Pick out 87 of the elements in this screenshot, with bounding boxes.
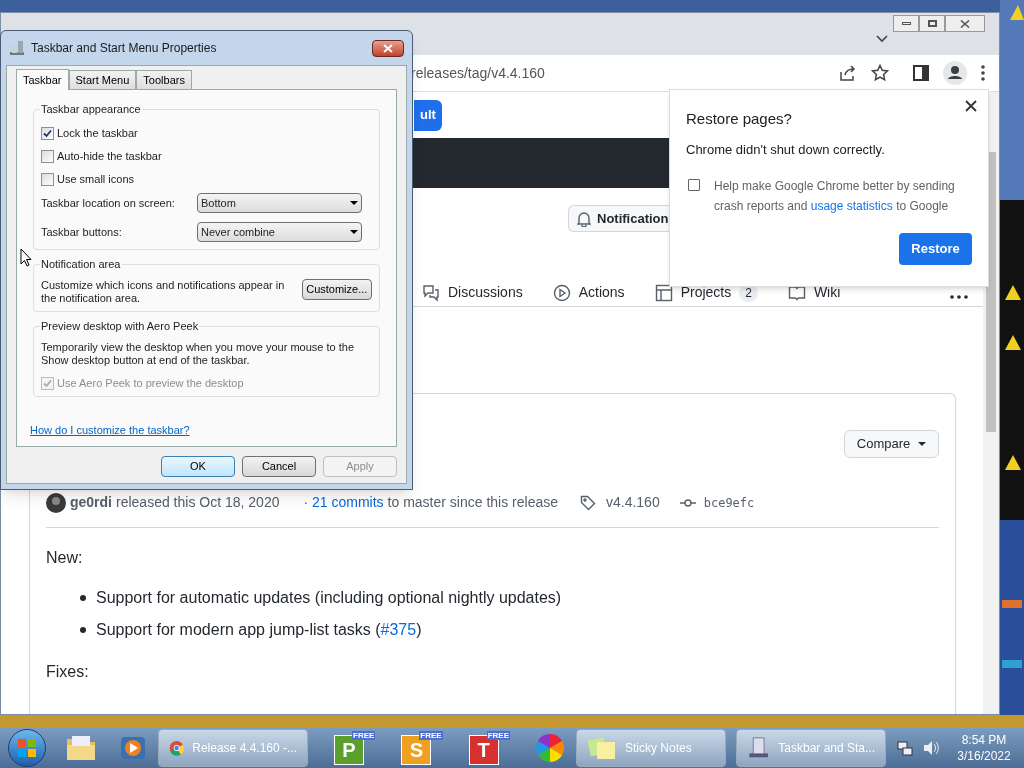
close-icon xyxy=(383,43,393,53)
checkbox[interactable] xyxy=(41,149,54,163)
address-text[interactable]: releases/tag/v4.4.160 xyxy=(411,62,839,84)
avatar xyxy=(46,492,66,513)
group-title: Preview desktop with Aero Peek xyxy=(40,319,200,333)
more-icon[interactable] xyxy=(950,295,969,299)
dialog-button[interactable]: Cancel xyxy=(242,456,316,477)
dropdown[interactable]: Bottom xyxy=(197,193,362,213)
section-heading: New: xyxy=(46,548,84,568)
checkbox[interactable] xyxy=(41,126,54,140)
free-badge: FREE xyxy=(419,731,443,740)
checkbox[interactable] xyxy=(41,172,54,186)
window-title: Taskbar and Start Menu Properties xyxy=(31,40,218,57)
list-item-text: Support for modern app jump-list tasks (#375) xyxy=(96,620,422,640)
bullet-icon xyxy=(80,595,86,601)
close-icon[interactable] xyxy=(965,100,977,112)
commits-link[interactable]: · 21 commits xyxy=(303,492,384,513)
clock-date[interactable]: 3/16/2022 xyxy=(957,748,1011,764)
section-heading: Fixes: xyxy=(46,662,90,682)
partial-button[interactable]: ult xyxy=(414,99,442,131)
commits-text: to master since this release xyxy=(387,493,558,512)
caret-icon xyxy=(350,230,358,234)
free-badge: FREE xyxy=(486,731,511,740)
customize-button[interactable]: Customize... xyxy=(301,279,372,300)
play-circle-icon xyxy=(552,283,571,302)
speech-bubbles-icon xyxy=(422,283,440,302)
share-icon[interactable] xyxy=(839,64,857,82)
checkbox-label: Use Aero Peek to preview the desktop xyxy=(57,376,244,391)
release-date: released this Oct 18, 2020 xyxy=(116,493,280,512)
network-icon[interactable] xyxy=(896,739,914,757)
close-button[interactable] xyxy=(372,39,404,57)
commit-link[interactable]: bce9efc xyxy=(703,493,755,512)
tab[interactable]: Taskbar xyxy=(16,69,69,90)
table-icon xyxy=(654,283,673,302)
group-title: Taskbar appearance xyxy=(40,102,142,116)
caret-icon xyxy=(918,442,927,446)
notification-button[interactable]: Notification xyxy=(568,205,670,232)
nav-tab[interactable]: Wiki xyxy=(787,282,841,303)
field-label: Taskbar buttons: xyxy=(41,224,123,240)
field-label: Taskbar location on screen: xyxy=(41,195,176,211)
checkbox[interactable] xyxy=(688,179,700,191)
author-name[interactable]: ge0rdi xyxy=(70,492,112,513)
star-icon[interactable] xyxy=(871,64,889,82)
bell-icon xyxy=(577,210,591,227)
description-text: Temporarily view the desktop when you move your mouse to the Show desktop button at end of the taskbar. xyxy=(41,341,356,367)
volume-icon[interactable] xyxy=(922,739,940,757)
clock-time[interactable]: 8:54 PM xyxy=(961,732,1007,748)
popup-title: Restore pages? xyxy=(686,109,793,129)
notes-icon xyxy=(587,735,618,761)
profile-icon[interactable] xyxy=(943,61,967,85)
tag-icon xyxy=(580,494,596,511)
windows-logo-icon xyxy=(17,738,37,758)
nav-tab[interactable]: Discussions xyxy=(422,282,523,303)
minimize-button[interactable] xyxy=(893,15,919,32)
dropdown[interactable]: Never combine xyxy=(197,222,362,242)
usage-statistics-link[interactable]: usage statistics xyxy=(810,199,893,213)
list-item-text: Support for automatic updates (including optional nightly updates) xyxy=(96,588,562,608)
help-link[interactable]: How do I customize the taskbar? xyxy=(30,422,190,439)
bullet-icon xyxy=(80,627,86,633)
caret-icon xyxy=(350,201,358,205)
mouse-cursor-icon xyxy=(20,248,32,267)
menu-icon[interactable] xyxy=(981,65,985,81)
checkbox-label: Auto-hide the taskbar xyxy=(57,149,162,163)
consent-text: Help make Google Chrome better by sending crash reports and usage statistics to Google xyxy=(714,178,956,215)
side-panel-icon[interactable] xyxy=(913,65,929,81)
close-icon xyxy=(960,19,970,28)
description-text: Customize which icons and notifications appear in the notification area. xyxy=(41,279,286,305)
server-icon xyxy=(9,40,25,56)
checkbox-label: Use small icons xyxy=(57,172,135,186)
popup-message: Chrome didn't shut down correctly. xyxy=(686,140,886,159)
tab[interactable]: Start Menu xyxy=(68,70,137,89)
commit-icon xyxy=(679,497,696,508)
pinwheel-icon[interactable] xyxy=(534,732,567,764)
group-title: Notification area xyxy=(40,257,122,271)
maximize-button[interactable] xyxy=(919,15,945,32)
start-button[interactable] xyxy=(8,729,46,767)
tag-link[interactable]: v4.4.160 xyxy=(606,492,660,513)
checkbox-label: Lock the taskbar xyxy=(57,126,138,140)
nav-tab[interactable]: Actions xyxy=(552,282,625,303)
dialog-button[interactable]: OK xyxy=(161,456,235,477)
compare-button[interactable]: Compare xyxy=(844,430,939,458)
folder-icon[interactable] xyxy=(64,733,98,763)
issue-link[interactable]: #375 xyxy=(380,621,417,638)
free-badge: FREE xyxy=(352,731,376,740)
tab[interactable]: Toolbars xyxy=(136,70,192,89)
restore-button[interactable]: Restore xyxy=(899,233,972,265)
chevron-down-icon[interactable] xyxy=(876,35,888,43)
